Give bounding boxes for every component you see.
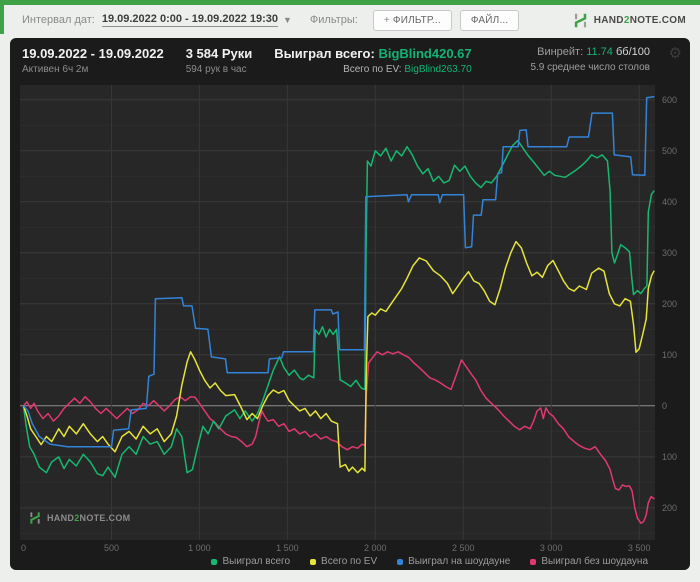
y-tick-label: 500	[662, 145, 678, 156]
settings-gear-icon[interactable]: ⚙	[669, 46, 682, 61]
x-tick-label: 3 000	[539, 543, 563, 553]
hand2note-logo-icon	[574, 13, 587, 27]
hand2note-watermark-icon	[30, 512, 40, 524]
legend-dot-icon	[530, 558, 537, 565]
report-header: 19.09.2022 - 19.09.2022 Активен 6ч 2м 3 …	[10, 38, 690, 84]
legend-item-won-showdown[interactable]: Выиграл на шоудауне	[397, 556, 510, 567]
y-tick-label: 300	[662, 247, 678, 258]
winnings-block: Выиграл всего: BigBlind420.67 Всего по E…	[274, 46, 471, 75]
legend-label: Всего по EV	[321, 556, 378, 567]
y-tick-label: 0	[662, 400, 668, 411]
won-total: Выиграл всего: BigBlind420.67	[274, 46, 472, 61]
y-tick-label: 600	[662, 94, 678, 105]
x-tick-label: 3 500	[627, 543, 651, 553]
hand2note-logo-text: HAND2NOTE.COM	[593, 14, 686, 26]
file-button[interactable]: ФАЙЛ...	[459, 9, 520, 31]
x-tick-label: 0	[20, 543, 27, 553]
legend-item-total-won[interactable]: Выиграл всего	[211, 556, 290, 567]
interval-label: Интервал дат:	[22, 14, 95, 26]
x-tick-label: 1 000	[188, 543, 211, 553]
date-interval-control[interactable]: 19.09.2022 0:00 - 19.09.2022 19:30	[101, 13, 278, 27]
legend-item-total-ev[interactable]: Всего по EV	[310, 556, 377, 567]
chevron-down-icon[interactable]: ▼	[283, 15, 292, 25]
winrate: Винрейт: 11.74 бб/100	[537, 46, 650, 58]
report-panel: 19.09.2022 - 19.09.2022 Активен 6ч 2м 3 …	[10, 38, 690, 570]
hands-count: 3 584 Руки	[185, 46, 253, 61]
winnings-chart	[20, 85, 655, 540]
hand2note-logo: HAND2NOTE.COM	[572, 12, 686, 29]
x-tick-label: 500	[103, 543, 120, 553]
legend-dot-icon	[397, 558, 404, 565]
plus-icon: +	[383, 14, 390, 26]
y-tick-label: 200	[662, 502, 678, 513]
y-tick-label: 100	[662, 349, 678, 360]
legend-dot-icon	[211, 558, 218, 565]
y-tick-label: 400	[662, 196, 678, 207]
legend-label: Выиграл без шоудауна	[541, 556, 648, 567]
legend: Выиграл всего Всего по EV Выиграл на шоуда…	[211, 556, 648, 567]
active-time: Активен 6ч 2м	[22, 64, 89, 75]
x-tick-label: 2 000	[364, 543, 387, 553]
chart-watermark: HAND2NOTE.COM	[28, 511, 130, 525]
chart-plot-area[interactable]: HAND2NOTE.COM	[20, 85, 655, 540]
add-filter-button[interactable]: + ФИЛЬТР...	[372, 9, 452, 31]
total-won-line	[22, 139, 655, 479]
hands-block: 3 584 Руки 594 рук в час	[186, 46, 253, 75]
x-axis: 0 500 1 000 1 500 2 000 2 500 3 000 3 500	[20, 543, 655, 554]
legend-dot-icon	[310, 558, 317, 565]
y-axis: 600 500 400 300 200 100 0 100 200	[658, 85, 688, 540]
hand2note-watermark-text: HAND2NOTE.COM	[47, 513, 131, 523]
legend-label: Выиграл всего	[222, 556, 291, 567]
won-ev: Всего по EV: BigBlind263.70	[343, 64, 472, 75]
x-tick-label: 1 500	[276, 543, 299, 553]
report-date-range: 19.09.2022 - 19.09.2022	[22, 46, 164, 61]
filters-label: Фильтры:	[309, 14, 358, 26]
hands-per-hour: 594 рук в час	[185, 64, 247, 75]
date-range-block: 19.09.2022 - 19.09.2022 Активен 6ч 2м	[22, 46, 164, 75]
y-tick-label: 200	[662, 298, 678, 309]
x-tick-label: 2 500	[452, 543, 475, 553]
avg-tables: 5.9 среднее число столов	[530, 62, 650, 73]
toolbar: Интервал дат: 19.09.2022 0:00 - 19.09.20…	[0, 5, 700, 35]
legend-item-won-non-showdown[interactable]: Выиграл без шоудауна	[530, 556, 648, 567]
winrate-block: Винрейт: 11.74 бб/100 5.9 среднее число …	[530, 46, 650, 73]
y-tick-label: 100	[662, 451, 678, 462]
legend-label: Выиграл на шоудауне	[408, 556, 511, 567]
